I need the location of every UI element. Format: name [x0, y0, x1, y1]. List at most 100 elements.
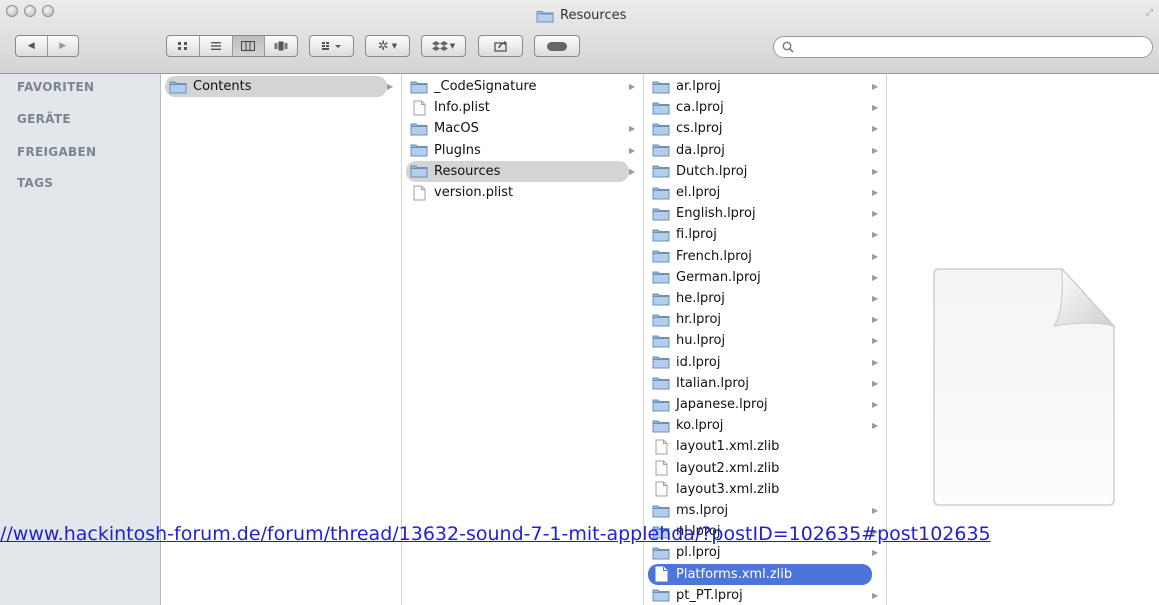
disclosure-arrow-icon: ▶ [872, 103, 879, 113]
folder-row[interactable]: German.lproj [648, 267, 860, 288]
search-field[interactable] [773, 36, 1153, 58]
folder-row[interactable]: ar.lproj [648, 76, 860, 97]
sidebar-section-geraete[interactable]: GERÄTE [17, 112, 71, 126]
disclosure-arrow-icon: ▶ [872, 315, 879, 325]
disclosure-arrow-icon: ▶ [872, 230, 879, 240]
folder-icon [652, 206, 670, 222]
search-input[interactable] [798, 39, 1142, 57]
folder-row[interactable]: he.lproj [648, 288, 860, 309]
coverflow-view-button[interactable] [265, 36, 297, 56]
disclosure-arrow-icon: ▶ [387, 82, 394, 91]
fullscreen-icon[interactable]: ⤢ [1146, 8, 1153, 18]
folder-icon [652, 121, 670, 137]
disclosure-arrow-icon: ▶ [872, 82, 879, 91]
folder-row[interactable]: MacOS [406, 118, 617, 139]
disclosure-arrow-icon: ▶ [629, 124, 636, 134]
folder-row[interactable]: hr.lproj [648, 309, 860, 330]
folder-icon [652, 587, 670, 603]
file-row[interactable]: Platforms.xml.zlib [648, 563, 872, 585]
folder-row[interactable]: ca.lproj [648, 97, 860, 118]
folder-row[interactable]: cs.lproj [648, 118, 860, 139]
disclosure-arrow-icon: ▶ [872, 506, 879, 515]
item-name: Japanese.lproj [676, 397, 768, 412]
title-bar: Resources ⤢ ◀ ▶ ✲ ▼ ▼ [0, 0, 1159, 74]
item-name: layout1.xml.zlib [676, 439, 780, 455]
disclosure-arrow-icon: ▶ [872, 145, 879, 155]
zoom-window-button[interactable] [42, 5, 54, 17]
disclosure-arrow-icon: ▶ [872, 336, 879, 346]
gear-icon: ✲ [377, 38, 389, 54]
minimize-window-button[interactable] [24, 5, 36, 17]
disclosure-arrow-icon: ▶ [872, 272, 879, 282]
folder-icon [652, 418, 670, 434]
close-window-button[interactable] [6, 5, 18, 17]
list-view-button[interactable] [200, 36, 233, 56]
arrange-button-face [310, 36, 353, 56]
item-name: English.lproj [676, 206, 756, 222]
folder-row[interactable]: French.lproj [648, 246, 860, 267]
folder-icon [652, 142, 670, 158]
document-icon [652, 566, 670, 582]
item-name: Platforms.xml.zlib [676, 566, 793, 582]
sidebar-section-tags[interactable]: TAGS [17, 176, 53, 190]
file-row[interactable]: Info.plist [406, 97, 617, 118]
share-button-face [479, 36, 522, 56]
item-name: ar.lproj [676, 79, 721, 94]
disclosure-arrow-icon: ▶ [629, 145, 636, 155]
forward-button[interactable]: ▶ [48, 36, 79, 56]
item-name: cs.lproj [676, 121, 723, 137]
folder-row[interactable]: fi.lproj [648, 224, 860, 245]
file-row[interactable]: layout3.xml.zlib [648, 479, 860, 500]
dropbox-button-face: ▼ [422, 36, 465, 56]
arrange-button[interactable] [309, 35, 354, 57]
coverflow-view-icon [274, 41, 288, 51]
chevron-down-icon: ▼ [449, 42, 456, 50]
folder-icon [652, 312, 670, 328]
sidebar-section-favoriten[interactable]: FAVORITEN [17, 80, 94, 94]
item-name: fi.lproj [676, 227, 717, 243]
share-button[interactable] [478, 35, 523, 57]
back-button[interactable]: ◀ [16, 36, 48, 56]
icon-view-button[interactable] [167, 36, 200, 56]
folder-icon [652, 333, 670, 349]
folder-row[interactable]: Dutch.lproj [648, 161, 860, 182]
item-name: id.lproj [676, 354, 721, 370]
file-row[interactable]: layout2.xml.zlib [648, 458, 860, 479]
folder-row[interactable]: ko.lproj [648, 415, 860, 436]
folder-row[interactable]: Contents [165, 76, 387, 97]
action-button[interactable]: ✲ ▼ [365, 35, 410, 57]
disclosure-arrow-icon: ▶ [872, 548, 879, 558]
disclosure-arrow-icon: ▶ [872, 357, 879, 367]
dropbox-button[interactable]: ▼ [421, 35, 466, 57]
folder-row[interactable]: English.lproj [648, 203, 860, 224]
folder-row[interactable]: ms.lproj [648, 500, 860, 521]
folder-row[interactable]: Japanese.lproj [648, 394, 860, 415]
folder-row[interactable]: pt_PT.lproj [648, 585, 860, 605]
folder-row[interactable]: PlugIns [406, 140, 617, 161]
item-name: version.plist [434, 185, 514, 200]
folder-icon [410, 79, 428, 95]
folder-row[interactable]: id.lproj [648, 352, 860, 373]
window-title-text: Resources [560, 8, 627, 23]
folder-row[interactable]: hu.lproj [648, 330, 860, 351]
folder-row[interactable]: _CodeSignature [406, 76, 617, 97]
disclosure-arrow-icon: ▶ [872, 251, 879, 261]
folder-icon [410, 163, 428, 179]
file-row[interactable]: layout1.xml.zlib [648, 436, 860, 457]
forum-link[interactable]: //www.hackintosh-forum.de/forum/thread/1… [0, 522, 991, 546]
back-icon: ◀ [27, 41, 35, 51]
file-row[interactable]: version.plist [406, 182, 617, 203]
folder-row[interactable]: da.lproj [648, 140, 860, 161]
folder-icon [652, 100, 670, 116]
disclosure-arrow-icon: ▶ [629, 166, 636, 176]
disclosure-arrow-icon: ▶ [872, 166, 879, 176]
item-name: Dutch.lproj [676, 163, 748, 179]
column-view-button[interactable] [232, 36, 266, 56]
item-name: ca.lproj [676, 100, 724, 116]
folder-row[interactable]: Resources [406, 160, 629, 182]
sidebar-section-freigaben[interactable]: FREIGABEN [17, 145, 96, 159]
folder-icon [410, 142, 428, 158]
folder-row[interactable]: el.lproj [648, 182, 860, 203]
folder-row[interactable]: Italian.lproj [648, 373, 860, 394]
tags-toggle-button[interactable] [534, 35, 580, 57]
